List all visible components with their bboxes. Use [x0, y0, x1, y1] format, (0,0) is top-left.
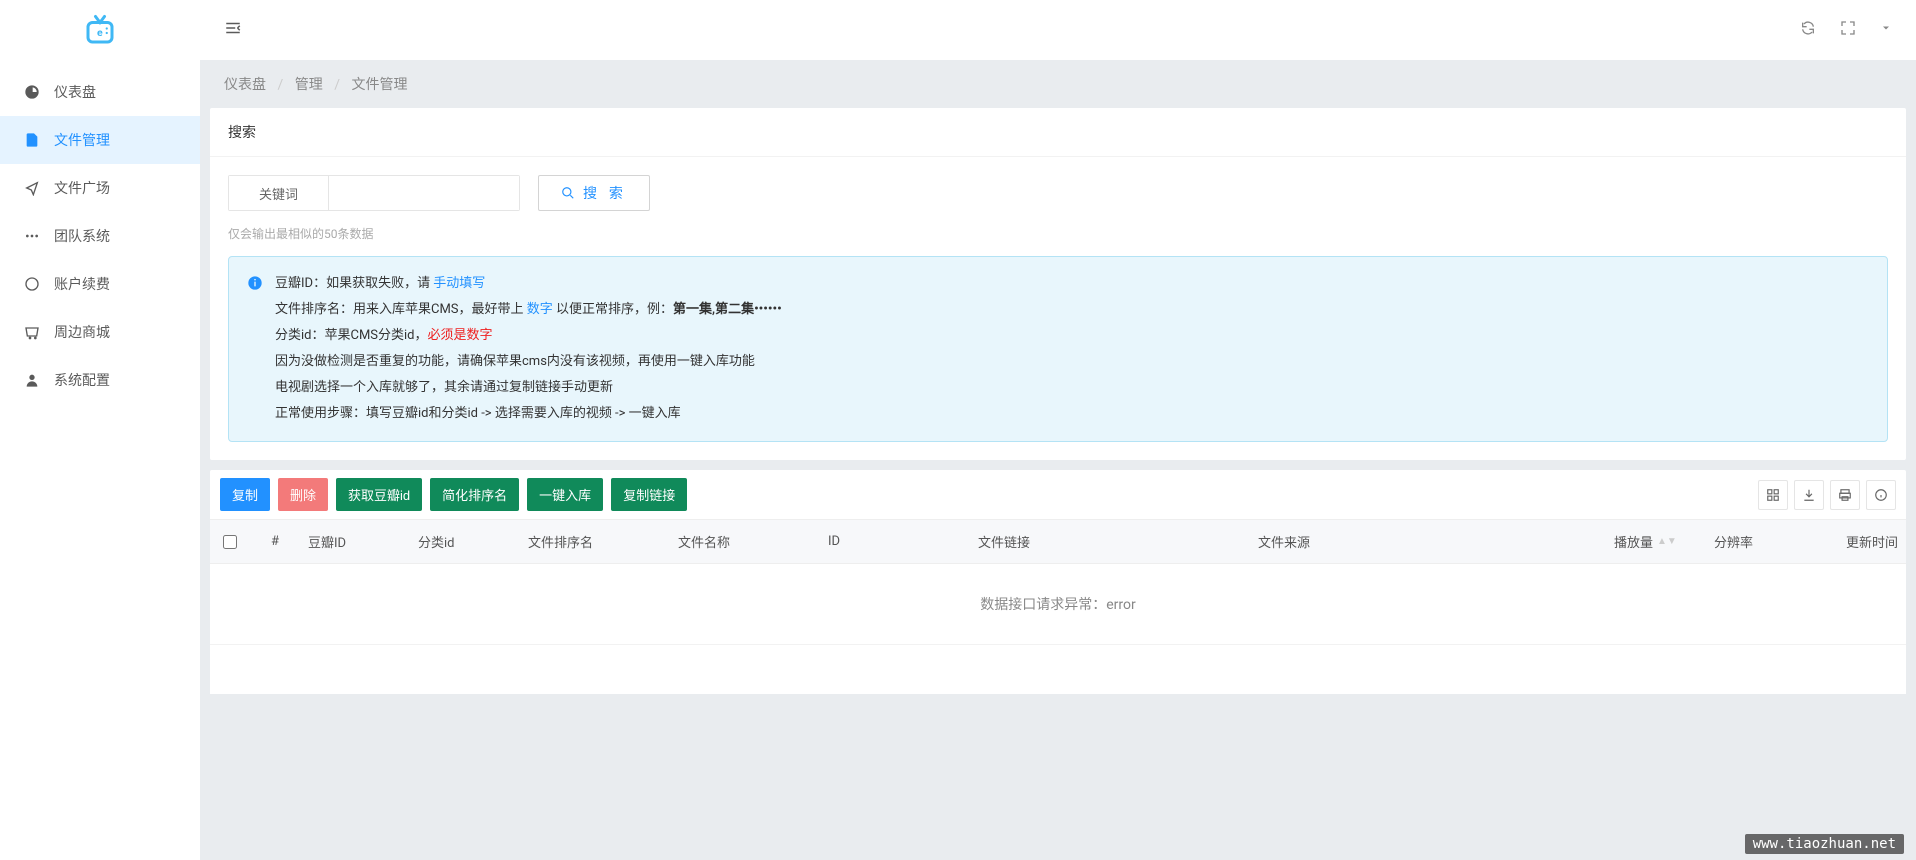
table-header: # 豆瓣ID 分类id 文件排序名 文件名称 ID 文件链接 文件来源 播放量▲…	[210, 519, 1906, 564]
nav: 仪表盘 文件管理 文件广场 团队系统 账户续费 周边商城	[0, 60, 200, 404]
main: 仪表盘 / 管理 / 文件管理 搜索 关键词 搜 索	[200, 0, 1916, 860]
print-button[interactable]	[1830, 480, 1860, 510]
col-id[interactable]: ID	[820, 520, 970, 563]
simplify-button[interactable]: 简化排序名	[430, 478, 519, 511]
breadcrumb-item[interactable]: 管理	[295, 77, 323, 93]
pager	[210, 644, 1906, 694]
sidebar-item-team[interactable]: 团队系统	[0, 212, 200, 260]
fullscreen-icon	[1840, 20, 1856, 36]
fullscreen-button[interactable]	[1840, 20, 1856, 40]
col-cat-id[interactable]: 分类id	[410, 520, 520, 563]
col-source[interactable]: 文件来源	[1250, 520, 1606, 563]
export-icon	[1802, 488, 1816, 502]
renew-icon	[24, 276, 40, 292]
col-resolution[interactable]: 分辨率	[1706, 520, 1806, 563]
col-douban-id[interactable]: 豆瓣ID	[300, 520, 410, 563]
sidebar-item-dashboard[interactable]: 仪表盘	[0, 68, 200, 116]
collapse-button[interactable]	[224, 19, 242, 41]
keyword-label: 关键词	[229, 176, 329, 210]
delete-button[interactable]: 删除	[278, 478, 328, 511]
chevron-down-icon	[1880, 22, 1892, 34]
watermark: www.tiaozhuan.net	[1745, 834, 1904, 854]
action-bar: 复制 删除 获取豆瓣id 简化排序名 一键入库 复制链接	[210, 470, 1906, 519]
col-file-link[interactable]: 文件链接	[970, 520, 1250, 563]
copy-link-button[interactable]: 复制链接	[611, 478, 687, 511]
col-sort-name[interactable]: 文件排序名	[520, 520, 670, 563]
nav-label: 仪表盘	[54, 82, 96, 102]
nav-label: 账户续费	[54, 274, 110, 294]
col-file-name[interactable]: 文件名称	[670, 520, 820, 563]
sidebar: e 仪表盘 文件管理 文件广场 团队系统	[0, 0, 200, 860]
import-button[interactable]: 一键入库	[527, 478, 603, 511]
get-douban-button[interactable]: 获取豆瓣id	[336, 478, 422, 511]
collapse-icon	[224, 19, 242, 37]
search-button[interactable]: 搜 索	[538, 175, 650, 211]
table-card: 复制 删除 获取豆瓣id 简化排序名 一键入库 复制链接 #	[210, 470, 1906, 694]
col-update-time[interactable]: 更新时间	[1806, 520, 1906, 563]
share-icon	[24, 180, 40, 196]
help-button[interactable]	[1866, 480, 1896, 510]
sort-icon: ▲▼	[1657, 539, 1677, 545]
breadcrumb: 仪表盘 / 管理 / 文件管理	[200, 60, 1916, 108]
team-icon	[24, 228, 40, 244]
columns-button[interactable]	[1758, 480, 1788, 510]
shop-icon	[24, 324, 40, 340]
logo[interactable]: e	[0, 0, 200, 60]
dropdown-button[interactable]	[1880, 22, 1892, 38]
columns-icon	[1766, 488, 1780, 502]
nav-label: 系统配置	[54, 370, 110, 390]
alert-content: 豆瓣ID：如果获取失败，请 手动填写 文件排序名：用来入库苹果CMS，最好带上 …	[275, 271, 782, 427]
breadcrumb-item: 文件管理	[352, 77, 408, 93]
sidebar-item-file-manage[interactable]: 文件管理	[0, 116, 200, 164]
dashboard-icon	[24, 84, 40, 100]
manual-fill-link[interactable]: 手动填写	[433, 276, 485, 291]
user-icon	[24, 372, 40, 388]
nav-label: 团队系统	[54, 226, 110, 246]
sidebar-item-shop[interactable]: 周边商城	[0, 308, 200, 356]
sidebar-item-file-square[interactable]: 文件广场	[0, 164, 200, 212]
topbar	[200, 0, 1916, 60]
search-title: 搜索	[210, 108, 1906, 157]
sidebar-item-renew[interactable]: 账户续费	[0, 260, 200, 308]
keyword-input-group: 关键词	[228, 175, 520, 211]
sidebar-item-settings[interactable]: 系统配置	[0, 356, 200, 404]
nav-label: 文件管理	[54, 130, 110, 150]
breadcrumb-item[interactable]: 仪表盘	[224, 77, 266, 93]
search-card: 搜索 关键词 搜 索 仅会输出最相似的50条数据	[210, 108, 1906, 460]
refresh-button[interactable]	[1800, 20, 1816, 40]
info-circle-icon	[1874, 488, 1888, 502]
export-button[interactable]	[1794, 480, 1824, 510]
table-empty-state: 数据接口请求异常：error	[210, 564, 1906, 644]
data-table: # 豆瓣ID 分类id 文件排序名 文件名称 ID 文件链接 文件来源 播放量▲…	[210, 519, 1906, 644]
nav-label: 文件广场	[54, 178, 110, 198]
search-hint: 仅会输出最相似的50条数据	[228, 225, 1888, 242]
copy-button[interactable]: 复制	[220, 478, 270, 511]
col-play-count[interactable]: 播放量▲▼	[1606, 520, 1706, 563]
col-index: #	[250, 520, 300, 563]
keyword-input[interactable]	[329, 176, 519, 210]
nav-label: 周边商城	[54, 322, 110, 342]
file-icon	[24, 132, 40, 148]
logo-icon: e	[82, 12, 118, 48]
search-icon	[561, 186, 575, 200]
print-icon	[1838, 488, 1852, 502]
info-alert: 豆瓣ID：如果获取失败，请 手动填写 文件排序名：用来入库苹果CMS，最好带上 …	[228, 256, 1888, 442]
refresh-icon	[1800, 20, 1816, 36]
select-all-checkbox[interactable]	[223, 535, 237, 549]
info-icon	[247, 275, 263, 427]
svg-text:e: e	[97, 26, 103, 39]
